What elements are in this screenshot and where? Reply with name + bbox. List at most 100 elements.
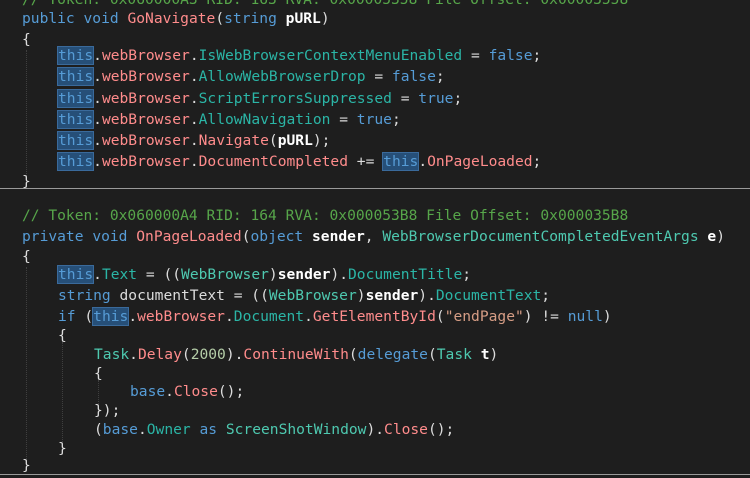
field-link[interactable]: webBrowser [102, 111, 190, 128]
method-signature-onpageloaded[interactable]: private void OnPageLoaded(object sender,… [0, 226, 725, 247]
code-line[interactable]: this.webBrowser.AllowNavigation = true; [0, 109, 401, 130]
property-link[interactable]: Text [102, 266, 137, 283]
open-brace: { [58, 327, 67, 344]
type-link[interactable]: WebBrowser [269, 287, 357, 304]
value-literal: false [488, 47, 533, 64]
type-link[interactable]: Task [437, 346, 472, 363]
keyword: private [22, 228, 84, 245]
value-literal: false [391, 68, 436, 85]
number-literal: 2000 [190, 346, 226, 363]
code-line[interactable]: this.webBrowser.Navigate(pURL); [0, 130, 330, 151]
code-line[interactable]: this.webBrowser.IsWebBrowserContextMenuE… [0, 45, 541, 66]
type-link[interactable]: WebBrowser [181, 266, 269, 283]
field-link[interactable]: webBrowser [102, 68, 190, 85]
keyword: delegate [357, 346, 428, 363]
keyword: base [130, 383, 166, 400]
operator: = [365, 68, 392, 85]
operator: != [532, 308, 568, 325]
type-link[interactable]: Task [94, 346, 129, 363]
punctuation: ; [532, 153, 542, 170]
keyword: void [83, 10, 119, 27]
code-line[interactable]: string documentText = ((WebBrowser)sende… [0, 285, 550, 306]
this-keyword-highlight: this [56, 265, 95, 284]
field-link[interactable]: webBrowser [102, 90, 190, 107]
punctuation: ); [312, 132, 331, 149]
property-link[interactable]: Document [234, 308, 304, 325]
parameter-name: sender [312, 228, 365, 245]
field-link[interactable]: webBrowser [102, 47, 190, 64]
property-link[interactable]: AllowNavigation [199, 111, 331, 128]
method-link[interactable]: Navigate [199, 132, 269, 149]
this-keyword-highlight: this [56, 89, 95, 108]
this-keyword-highlight: this [56, 152, 95, 171]
method-link[interactable]: Close [384, 421, 428, 438]
close-brace: }); [94, 402, 121, 419]
method-separator [0, 188, 750, 189]
keyword: string [224, 10, 277, 27]
this-keyword-highlight: this [56, 131, 95, 150]
code-line[interactable]: (base.Owner as ScreenShotWindow).Close()… [0, 419, 454, 440]
code-comment: // Token: 0x060000A4 RID: 164 RVA: 0x000… [22, 207, 629, 224]
close-brace: } [22, 457, 31, 474]
this-keyword-highlight: this [56, 46, 95, 65]
method-link[interactable]: ContinueWith [243, 346, 348, 363]
code-editor[interactable]: // Token: 0x060000A3 RID: 163 RVA: 0x000… [0, 0, 750, 478]
string-literal: "endPage" [444, 308, 524, 325]
punctuation: ; [532, 47, 542, 64]
property-link[interactable]: DocumentText [436, 287, 541, 304]
property-link[interactable]: AllowWebBrowserDrop [199, 68, 366, 85]
punctuation: ; [391, 111, 401, 128]
keyword: base [102, 421, 138, 438]
this-keyword-highlight: this [92, 307, 130, 326]
method-name-link[interactable]: GoNavigate [127, 10, 215, 27]
code-line[interactable]: this.webBrowser.AllowWebBrowserDrop = fa… [0, 66, 445, 87]
punctuation: ; [435, 68, 445, 85]
variable: documentText [119, 287, 225, 304]
method-signature-gonavigate[interactable]: public void GoNavigate(string pURL) [0, 8, 330, 29]
value-literal: true [356, 111, 392, 128]
code-line[interactable]: Task.Delay(2000).ContinueWith(delegate(T… [0, 344, 498, 365]
code-line[interactable]: base.Close(); [0, 381, 244, 402]
operator: = [330, 111, 357, 128]
operator: = [462, 47, 489, 64]
operator: = [391, 90, 419, 107]
parameter-name: t [480, 346, 490, 363]
punctuation: ; [453, 90, 463, 107]
type-link[interactable]: WebBrowserDocumentCompletedEventArgs [382, 228, 698, 245]
this-keyword-highlight: this [382, 152, 420, 171]
value-literal: true [418, 90, 454, 107]
method-link[interactable]: Close [174, 383, 218, 400]
method-link[interactable]: Delay [138, 346, 182, 363]
method-link[interactable]: GetElementById [313, 308, 436, 325]
method-name-link[interactable]: OnPageLoaded [136, 228, 241, 245]
code-line[interactable]: if (this.webBrowser.Document.GetElementB… [0, 306, 612, 327]
keyword: null [567, 308, 603, 325]
this-keyword-highlight: this [56, 67, 95, 86]
property-link[interactable]: ScriptErrorsSuppressed [199, 90, 392, 107]
field-link[interactable]: webBrowser [102, 153, 190, 170]
event-link[interactable]: DocumentCompleted [199, 153, 348, 170]
code-line[interactable]: this.Text = ((WebBrowser)sender).Documen… [0, 264, 471, 285]
property-link[interactable]: IsWebBrowserContextMenuEnabled [199, 47, 463, 64]
code-line[interactable]: this.webBrowser.DocumentCompleted += thi… [0, 151, 541, 172]
type-link[interactable]: ScreenShotWindow [226, 421, 367, 438]
property-link[interactable]: Owner [147, 421, 191, 438]
keyword: string [58, 287, 111, 304]
keyword: if [58, 308, 76, 325]
operator: += [348, 153, 384, 170]
parameter-name: pURL [285, 10, 321, 27]
argument: pURL [277, 132, 313, 149]
this-keyword-highlight: this [56, 110, 95, 129]
property-link[interactable]: DocumentTitle [348, 266, 462, 283]
method-separator [0, 474, 750, 475]
method-link[interactable]: OnPageLoaded [427, 153, 532, 170]
variable: sender [365, 287, 419, 304]
parameter-name: e [707, 228, 717, 245]
code-line[interactable]: this.webBrowser.ScriptErrorsSuppressed =… [0, 88, 462, 109]
keyword: as [199, 421, 218, 438]
variable: sender [277, 266, 331, 283]
field-link[interactable]: webBrowser [137, 308, 225, 325]
field-link[interactable]: webBrowser [102, 132, 190, 149]
keyword: public [22, 10, 75, 27]
keyword: void [92, 228, 128, 245]
